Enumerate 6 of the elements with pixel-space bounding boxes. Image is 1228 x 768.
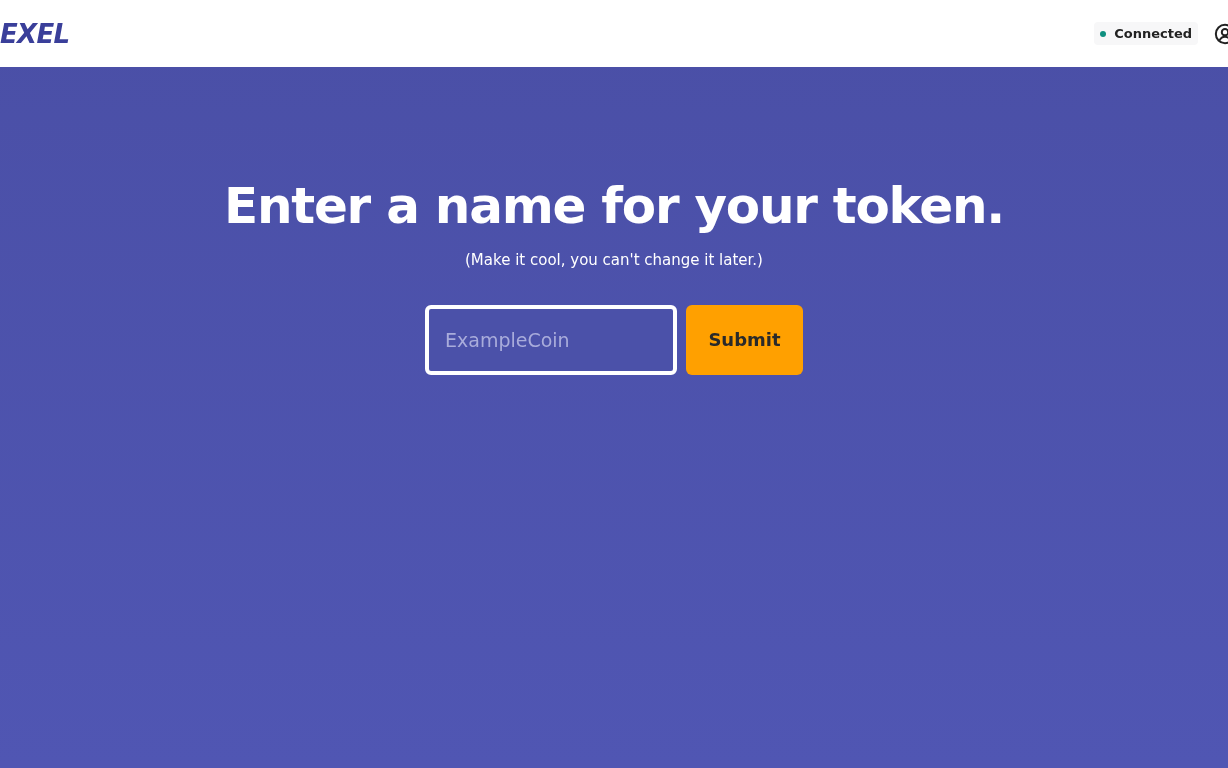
logo: EXEL xyxy=(0,20,70,47)
submit-button[interactable]: Submit xyxy=(686,304,803,375)
page-title: Enter a name for your token. xyxy=(224,181,1004,231)
status-label: Connected xyxy=(1114,24,1192,43)
subtitle: (Make it cool, you can't change it later.) xyxy=(465,250,763,271)
token-name-field[interactable]: ExampleCoin xyxy=(425,304,677,375)
